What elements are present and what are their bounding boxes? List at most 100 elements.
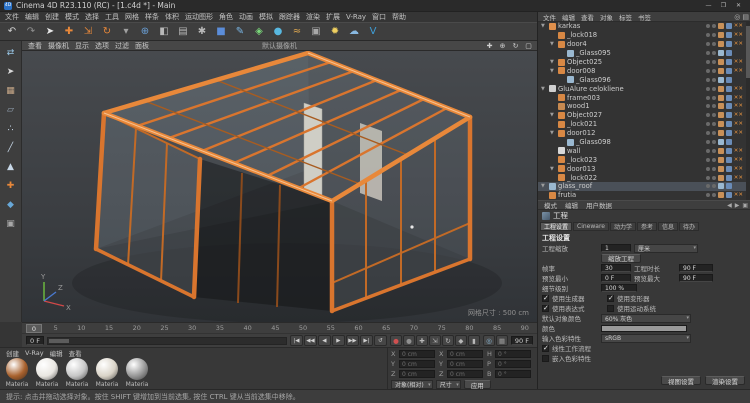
model-mode-button[interactable]: ➤ — [2, 64, 19, 79]
expand-caret-icon[interactable]: ▼ — [541, 86, 547, 92]
snap-toggle-button[interactable]: ◆ — [2, 197, 19, 212]
object-name[interactable]: karkas — [558, 22, 704, 30]
object-name[interactable]: _Glass098 — [576, 138, 704, 146]
texture-tag-icon[interactable] — [717, 183, 724, 190]
texture-tag-icon[interactable] — [717, 147, 724, 154]
scale-project-button[interactable]: 缩放工程 — [601, 253, 641, 263]
coord-lock-icon[interactable]: ✕✕ — [734, 68, 743, 74]
coord-size-dropdown[interactable]: 尺寸 — [435, 380, 461, 389]
object-list-scrollbar[interactable] — [746, 22, 750, 200]
add-cube-button[interactable]: ■ — [212, 24, 230, 40]
record-pla-toggle[interactable]: ▮ — [467, 335, 480, 346]
phong-tag-icon[interactable] — [725, 103, 732, 110]
texture-tag-icon[interactable] — [717, 192, 724, 199]
record-parameter-toggle[interactable]: ◆ — [454, 335, 467, 346]
move-tool[interactable]: ✚ — [60, 24, 78, 40]
am-history-icon[interactable]: ▣ — [742, 202, 748, 209]
coord-lock-icon[interactable]: ✕✕ — [734, 95, 743, 101]
last-tool[interactable]: ▾ — [117, 24, 135, 40]
object-name[interactable]: _Glass095 — [576, 49, 704, 57]
edges-mode-button[interactable]: ╱ — [2, 140, 19, 155]
points-mode-button[interactable]: ∴ — [2, 121, 19, 136]
expand-caret-icon[interactable]: ▼ — [550, 59, 556, 65]
phong-tag-icon[interactable] — [725, 130, 732, 137]
menu-item[interactable]: 网格 — [122, 12, 142, 22]
editor-visibility-dot[interactable] — [705, 131, 710, 136]
object-name[interactable]: glass_roof — [558, 182, 704, 190]
expand-caret-icon[interactable]: ▼ — [541, 183, 547, 189]
material-preview-sphere[interactable] — [6, 358, 28, 380]
texture-tag-icon[interactable] — [717, 85, 724, 92]
texture-tag-icon[interactable] — [717, 121, 724, 128]
editor-visibility-dot[interactable] — [705, 33, 710, 38]
render-visibility-dot[interactable] — [711, 113, 716, 118]
timeline-options-button[interactable]: ▦ — [495, 335, 508, 346]
add-camera-button[interactable]: ▣ — [307, 24, 325, 40]
expand-caret-icon[interactable]: ▼ — [550, 41, 556, 47]
coord-lock-icon[interactable]: ✕✕ — [734, 32, 743, 38]
phong-tag-icon[interactable] — [725, 147, 732, 154]
add-light-button[interactable]: ✹ — [326, 24, 344, 40]
undo-button[interactable]: ↶ — [3, 24, 21, 40]
preview-range-slider[interactable] — [46, 336, 287, 345]
phong-tag-icon[interactable] — [725, 59, 732, 65]
preview-min-input[interactable]: 0 F — [601, 274, 631, 282]
coord-lock-icon[interactable]: ✕✕ — [734, 166, 743, 172]
menu-item[interactable]: 选择 — [82, 12, 102, 22]
pos-x-field[interactable]: 0 cm — [399, 350, 435, 358]
next-key-button[interactable]: ▶| — [359, 335, 373, 346]
object-row[interactable]: ▼ wall ✕✕ — [538, 146, 750, 155]
menu-item[interactable]: 样条 — [142, 12, 162, 22]
editor-visibility-dot[interactable] — [705, 140, 710, 145]
object-row[interactable]: ▼ _Glass098 ✕✕ — [538, 138, 750, 147]
close-button[interactable]: ✕ — [731, 1, 746, 11]
render-visibility-dot[interactable] — [711, 77, 716, 82]
input-profile-dropdown[interactable]: sRGB — [601, 333, 691, 343]
texture-tag-icon[interactable] — [717, 23, 724, 30]
object-name[interactable]: wall — [567, 147, 704, 155]
prev-frame-button[interactable]: ◀ — [317, 335, 331, 346]
scale-tool[interactable]: ⇲ — [79, 24, 97, 40]
editor-visibility-dot[interactable] — [705, 122, 710, 127]
volume-menu-button[interactable]: ● — [269, 24, 287, 40]
next-frame-button[interactable]: ▶▶ — [345, 335, 359, 346]
menu-item[interactable]: 帮助 — [389, 12, 409, 22]
live-selection-tool[interactable]: ➤ — [41, 24, 59, 40]
solo-toggle-button[interactable]: ◎ — [482, 335, 495, 346]
object-name[interactable]: door013 — [567, 165, 704, 173]
object-row[interactable]: ▼ glass_roof ✕✕ — [538, 182, 750, 191]
use-motion-checkbox[interactable] — [607, 304, 614, 312]
coord-lock-icon[interactable]: ✕✕ — [734, 41, 743, 47]
coord-lock-icon[interactable]: ✕✕ — [734, 175, 743, 181]
linear-workflow-checkbox[interactable] — [542, 344, 549, 352]
use-generators-checkbox[interactable] — [542, 294, 549, 302]
coord-mode-dropdown[interactable]: 对象(相对) — [391, 380, 433, 389]
object-row[interactable]: ▼ door013 ✕✕ — [538, 164, 750, 173]
coord-lock-icon[interactable]: ✕✕ — [734, 103, 743, 109]
am-tab[interactable]: 用户数据 — [582, 200, 616, 210]
texture-tag-icon[interactable] — [717, 174, 724, 181]
texture-tag-icon[interactable] — [717, 67, 724, 74]
render-visibility-dot[interactable] — [711, 86, 716, 91]
size-z-field[interactable]: 0 cm — [447, 370, 483, 378]
add-spline-button[interactable]: ✎ — [231, 24, 249, 40]
render-visibility-dot[interactable] — [711, 33, 716, 38]
material-preview-sphere[interactable] — [126, 358, 148, 380]
workplane-mode-button[interactable]: ▱ — [2, 102, 19, 117]
mograph-menu-button[interactable]: ◈ — [250, 24, 268, 40]
editor-visibility-dot[interactable] — [705, 148, 710, 153]
coord-lock-icon[interactable]: ✕✕ — [734, 86, 743, 92]
autokey-toggle-button[interactable]: ● — [402, 335, 415, 346]
pos-z-field[interactable]: 0 cm — [399, 370, 435, 378]
object-name[interactable]: GluAlure celokliene — [558, 85, 704, 93]
default-color-dropdown[interactable]: 60% 灰色 — [601, 313, 691, 323]
scale-unit-dropdown[interactable]: 厘米 — [634, 243, 698, 253]
texture-tag-icon[interactable] — [717, 130, 724, 137]
editor-visibility-dot[interactable] — [705, 157, 710, 162]
object-name[interactable]: door4 — [567, 40, 704, 48]
menu-item[interactable]: 体积 — [162, 12, 182, 22]
menu-item[interactable]: 模拟 — [256, 12, 276, 22]
render-view-button[interactable]: ◧ — [155, 24, 173, 40]
object-name[interactable]: _lock023 — [567, 156, 704, 164]
phong-tag-icon[interactable] — [725, 67, 732, 74]
